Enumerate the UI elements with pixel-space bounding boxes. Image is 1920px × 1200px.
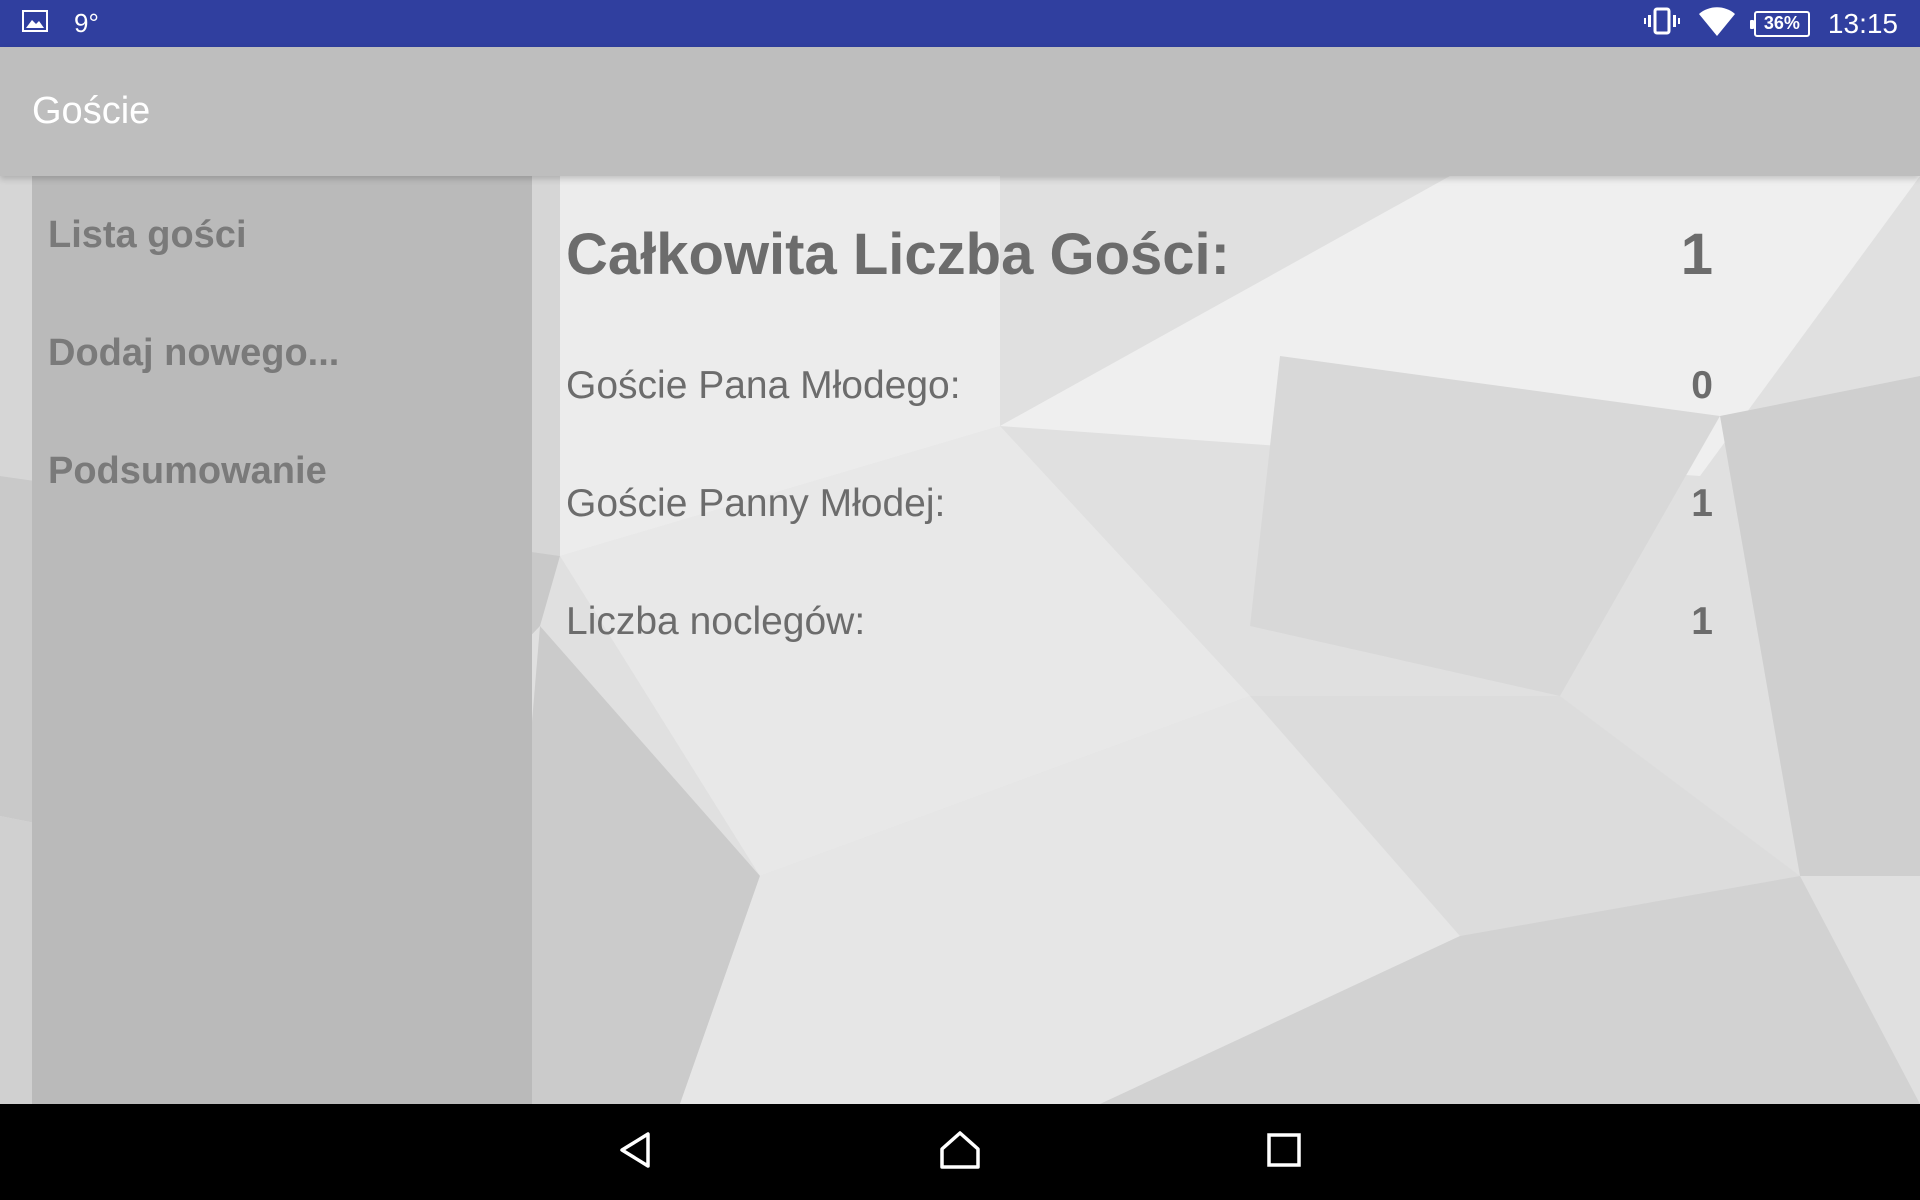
back-button[interactable] — [588, 1104, 684, 1200]
sidebar: Lista gości Dodaj nowego... Podsumowanie — [32, 176, 532, 1104]
groom-guests-row: Goście Pana Młodego: 0 — [566, 356, 1716, 416]
battery-percent: 36% — [1763, 13, 1800, 33]
temperature-text: 9° — [74, 8, 99, 38]
recents-button[interactable] — [1236, 1104, 1332, 1200]
image-icon — [22, 9, 48, 38]
bride-guests-label: Goście Panny Młodej: — [566, 482, 946, 525]
overnight-stays-label: Liczba noclegów: — [566, 600, 866, 643]
sidebar-item-summary[interactable]: Podsumowanie — [48, 412, 518, 530]
back-icon — [616, 1130, 656, 1175]
sidebar-item-add-new[interactable]: Dodaj nowego... — [48, 294, 518, 412]
clock-text: 13:15 — [1827, 7, 1898, 39]
recents-icon — [1266, 1132, 1302, 1173]
summary-panel: Całkowita Liczba Gości: 1 Goście Pana Mł… — [566, 176, 1716, 1104]
vibrate-icon — [1643, 7, 1680, 40]
page-title: Goście — [32, 90, 151, 132]
home-button[interactable] — [912, 1104, 1008, 1200]
overnight-stays-row: Liczba noclegów: 1 — [566, 592, 1716, 652]
groom-guests-value: 0 — [1691, 364, 1713, 407]
bride-guests-row: Goście Panny Młodej: 1 — [566, 474, 1716, 534]
wifi-icon — [1698, 5, 1736, 42]
app-bar: Goście — [0, 47, 1920, 176]
home-icon — [938, 1129, 982, 1176]
sidebar-item-guest-list[interactable]: Lista gości — [48, 176, 518, 294]
overnight-stays-value: 1 — [1691, 600, 1713, 643]
bride-guests-value: 1 — [1691, 482, 1713, 525]
content-area: Lista gości Dodaj nowego... Podsumowanie… — [0, 176, 1920, 1104]
total-guests-label: Całkowita Liczba Gości: — [566, 221, 1230, 287]
navigation-bar — [0, 1104, 1920, 1200]
groom-guests-label: Goście Pana Młodego: — [566, 364, 961, 407]
status-bar: 9° 36% 13:15 — [0, 0, 1920, 47]
total-guests-row: Całkowita Liczba Gości: 1 — [566, 214, 1716, 294]
total-guests-value: 1 — [1680, 221, 1713, 287]
battery-icon: 36% — [1749, 10, 1810, 37]
